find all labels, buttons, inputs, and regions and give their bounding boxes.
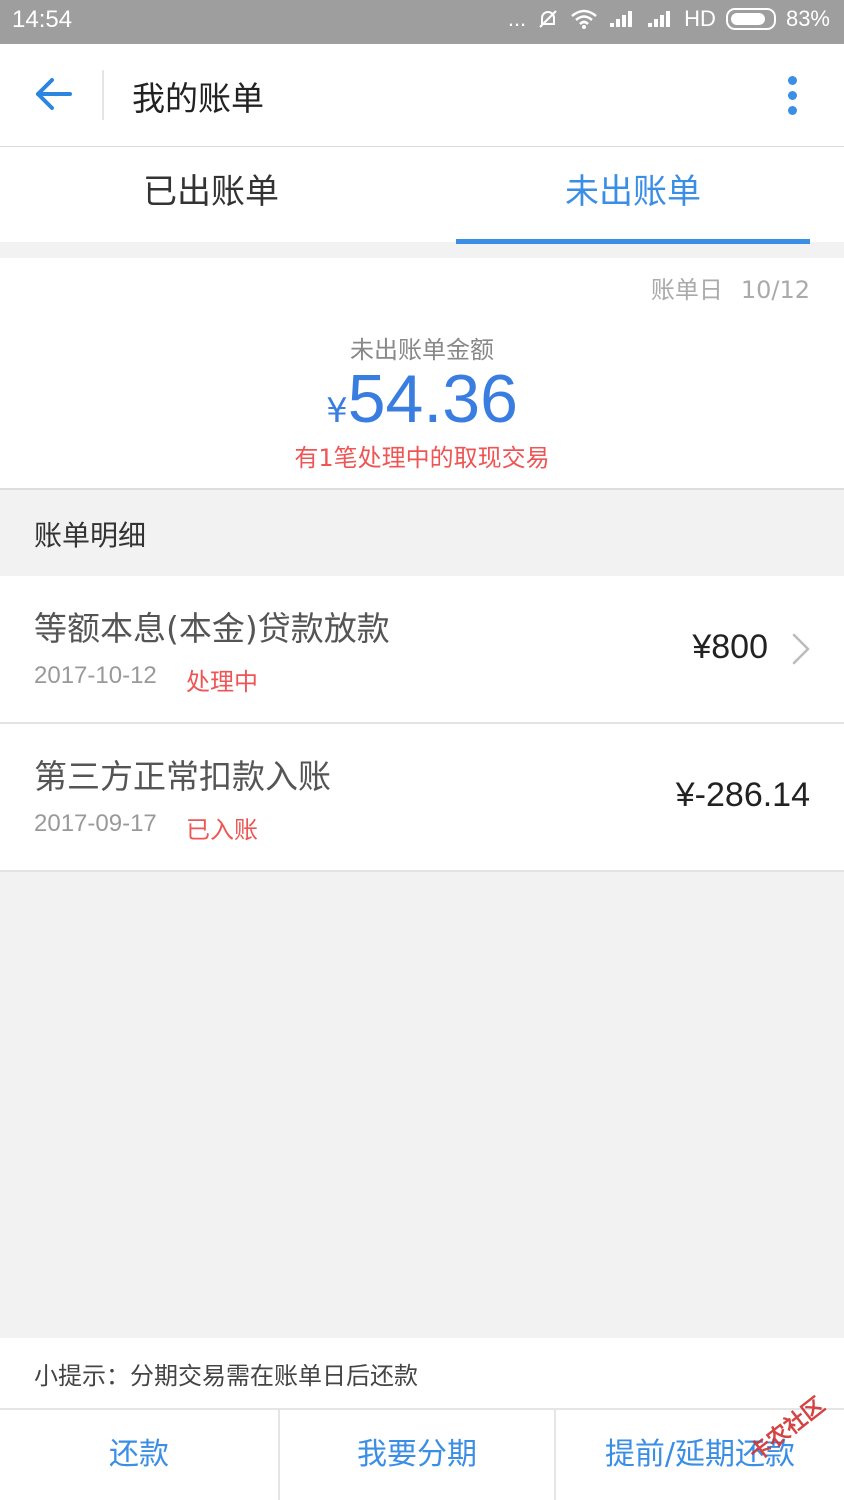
page-title: 我的账单 <box>132 79 264 118</box>
signal-icon-1 <box>608 9 636 29</box>
chevron-right-icon <box>792 633 810 665</box>
active-tab-indicator <box>456 239 810 244</box>
signal-icon-2 <box>646 9 674 29</box>
back-arrow-icon[interactable] <box>34 74 74 114</box>
transaction-date: 2017-09-17 <box>34 810 157 837</box>
transaction-status: 处理中 <box>186 668 258 696</box>
bill-day: 账单日 10/12 <box>651 270 810 305</box>
status-bar: 14:54 ... HD 83% <box>0 0 844 44</box>
tab-unbilled[interactable]: 未出账单 <box>422 147 844 242</box>
battery-icon <box>725 8 776 30</box>
app-bar: 我的账单 <box>0 44 844 147</box>
transaction-date: 2017-10-12 <box>34 662 157 689</box>
bill-day-label: 账单日 <box>650 276 723 304</box>
transaction-title: 第三方正常扣款入账 <box>34 757 331 796</box>
transaction-row: 第三方正常扣款入账 2017-09-17 已入账 ¥-286.14 <box>0 724 844 872</box>
tip-text: 小提示：分期交易需在账单日后还款 <box>34 1362 418 1390</box>
repay-button[interactable]: 还款 <box>0 1410 278 1500</box>
tip-bar: 小提示：分期交易需在账单日后还款 <box>0 1338 844 1410</box>
transaction-row[interactable]: 等额本息(本金)贷款放款 2017-10-12 处理中 ¥800 <box>0 576 844 724</box>
tab-billed[interactable]: 已出账单 <box>0 147 422 242</box>
more-options-icon[interactable] <box>780 72 804 118</box>
currency-symbol: ¥ <box>326 391 348 431</box>
transaction-title: 等额本息(本金)贷款放款 <box>34 609 390 648</box>
bill-day-value: 10/12 <box>740 276 810 304</box>
battery-percent: 83% <box>785 6 830 31</box>
transaction-amount: ¥-286.14 <box>675 776 810 814</box>
transaction-status: 已入账 <box>186 816 258 844</box>
unbilled-amount: ¥54.36 <box>0 360 844 438</box>
unbilled-summary: 账单日 10/12 未出账单金额 ¥54.36 有1笔处理中的取现交易 <box>0 258 844 490</box>
status-time: 14:54 <box>12 6 73 33</box>
installment-button[interactable]: 我要分期 <box>280 1410 554 1500</box>
header-divider <box>102 70 104 120</box>
tab-bar: 已出账单 未出账单 <box>0 147 844 242</box>
amount-value: 54.36 <box>347 361 518 437</box>
details-header: 账单明细 <box>34 519 147 552</box>
status-icons: ... HD 83% <box>508 6 830 32</box>
pending-note: 有1笔处理中的取现交易 <box>294 444 550 472</box>
more-dots-text: ... <box>507 6 527 31</box>
network-type: HD <box>684 6 716 31</box>
wifi-icon <box>571 9 597 29</box>
transaction-amount: ¥800 <box>692 628 768 666</box>
bottom-action-bar: 还款 我要分期 提前/延期还款 <box>0 1410 844 1500</box>
mute-bell-icon <box>539 10 557 28</box>
